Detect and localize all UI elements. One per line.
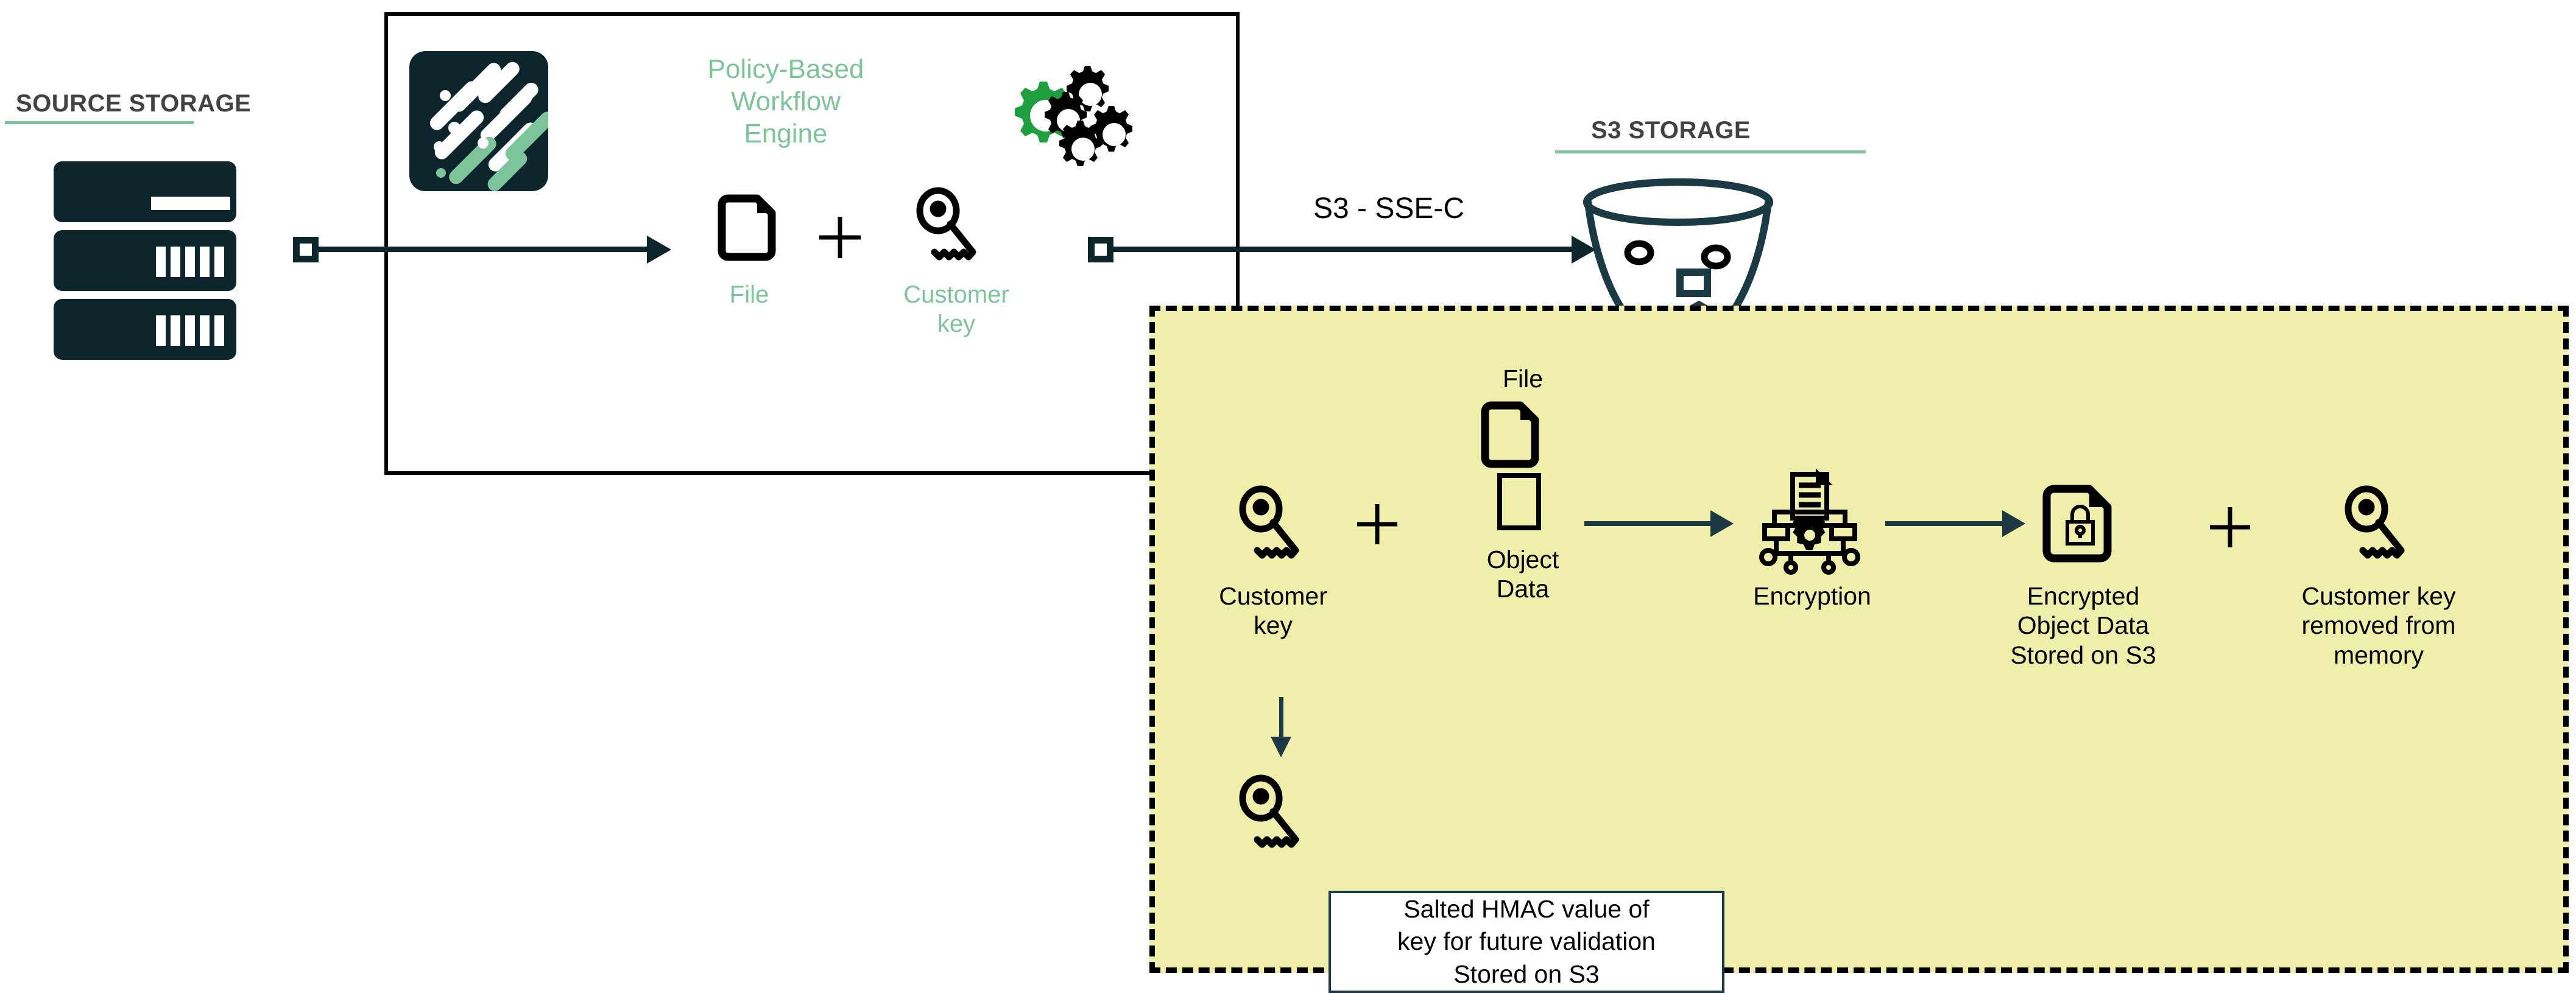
hmac-line1: Salted HMAC value of xyxy=(1403,895,1650,924)
gears-icon xyxy=(982,61,1152,177)
rack-slot-group xyxy=(214,315,224,346)
encrypted-object-label: Encrypted Object Data Stored on S3 xyxy=(2004,581,2162,670)
rack-slot-group xyxy=(171,315,180,346)
customer-key-label-line1: Customer xyxy=(903,281,1009,308)
rack-slot-group xyxy=(156,247,166,277)
source-to-engine-line xyxy=(317,247,649,252)
hmac-branch-arrowhead xyxy=(1271,737,1291,757)
sse-customer-key-line1: Customer xyxy=(1219,582,1327,610)
encrypted-object-line2: Object Data xyxy=(2017,611,2150,640)
rack-slot-group xyxy=(214,247,224,277)
transfer-label: S3 - SSE-C xyxy=(1313,192,1465,225)
source-storage-rack xyxy=(54,161,236,362)
rack-slot-group xyxy=(200,247,210,277)
encryption-label: Encryption xyxy=(1753,582,1871,610)
source-storage-rule xyxy=(5,121,194,124)
removed-key-line3: memory xyxy=(2333,640,2424,669)
encrypted-object-line3: Stored on S3 xyxy=(2010,640,2156,669)
to-encryption-line xyxy=(1584,521,1712,526)
source-to-engine-arrowhead xyxy=(647,236,671,264)
engine-to-s3-line xyxy=(1111,247,1574,252)
connector-square-left xyxy=(293,237,319,262)
sse-object-data-icon xyxy=(1496,472,1542,532)
rack-indicator-bar xyxy=(151,197,230,210)
hmac-branch-line xyxy=(1279,697,1283,740)
rack-slot-group xyxy=(185,247,195,277)
sse-plus-icon-1 xyxy=(1355,502,1399,546)
rack-unit-3 xyxy=(54,299,236,360)
removed-key-icon xyxy=(2342,485,2409,560)
removed-key-line1: Customer key xyxy=(2301,582,2456,610)
key-icon xyxy=(914,187,981,262)
encrypted-object-line1: Encrypted xyxy=(2027,582,2140,610)
sse-object-data-line1: Object xyxy=(1486,546,1559,574)
rack-slot-group xyxy=(156,315,166,346)
s3-storage-rule xyxy=(1555,150,1866,153)
hmac-line3: Stored on S3 xyxy=(1453,960,1600,988)
hmac-callout-box: Salted HMAC value of key for future vali… xyxy=(1329,891,1724,993)
workflow-engine-label-line1: Policy-Based xyxy=(707,54,864,84)
file-icon xyxy=(718,194,777,261)
customer-key-label-line2: key xyxy=(937,311,976,337)
to-encrypted-object-arrowhead xyxy=(2002,510,2025,537)
removed-key-label: Customer key removed from memory xyxy=(2266,581,2491,670)
to-encrypted-object-line xyxy=(1885,521,2004,526)
rack-slot-group xyxy=(200,315,210,346)
brand-logo-icon xyxy=(409,51,548,191)
hmac-key-icon xyxy=(1237,774,1304,849)
file-label: File xyxy=(729,281,769,308)
sse-customer-key-line2: key xyxy=(1254,611,1293,640)
sse-customer-key-icon xyxy=(1237,485,1304,560)
removed-key-line2: removed from xyxy=(2301,611,2456,640)
connector-square-right xyxy=(1088,237,1113,262)
encrypted-file-icon xyxy=(2042,484,2115,563)
hmac-line2: key for future validation xyxy=(1397,927,1656,956)
s3-storage-heading: S3 STORAGE xyxy=(1591,117,1751,144)
rack-slot-group xyxy=(185,315,195,346)
sse-file-icon xyxy=(1481,401,1540,468)
rack-slot-group xyxy=(171,247,180,277)
to-encryption-arrowhead xyxy=(1710,510,1734,537)
source-storage-heading: SOURCE STORAGE xyxy=(16,90,252,117)
encryption-icon xyxy=(1757,468,1861,575)
workflow-engine-label-line2: Workflow xyxy=(730,86,841,116)
rack-unit-2 xyxy=(54,230,236,291)
plus-icon xyxy=(817,214,863,261)
sse-object-data-line2: Data xyxy=(1496,575,1550,603)
sse-object-data-label: Object Data xyxy=(1450,545,1596,604)
customer-key-label: Customer key xyxy=(877,280,1036,339)
rack-unit-1 xyxy=(54,161,236,222)
sse-customer-key-label: Customer key xyxy=(1194,581,1352,640)
workflow-engine-label: Policy-Based Workflow Engine xyxy=(694,54,877,150)
workflow-engine-label-line3: Engine xyxy=(744,118,828,149)
sse-file-caption: File xyxy=(1502,365,1544,393)
sse-plus-icon-2 xyxy=(2208,505,2252,549)
